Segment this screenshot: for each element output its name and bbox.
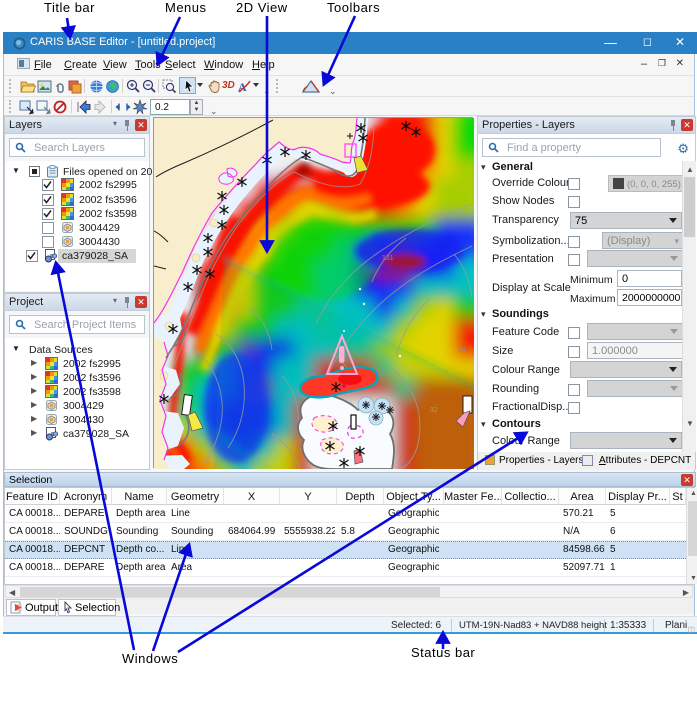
svg-text:131: 131 xyxy=(382,255,394,262)
svg-text:54: 54 xyxy=(458,347,466,354)
svg-text:32: 32 xyxy=(430,407,438,414)
